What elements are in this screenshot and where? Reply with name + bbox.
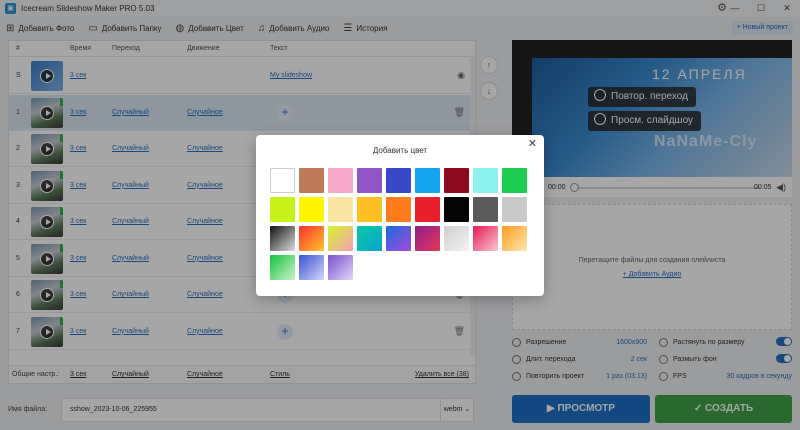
color-swatch[interactable] xyxy=(299,255,324,280)
color-swatch[interactable] xyxy=(328,255,353,280)
color-swatch-grid xyxy=(270,168,532,284)
color-swatch[interactable] xyxy=(270,168,295,193)
color-swatch[interactable] xyxy=(415,197,440,222)
color-swatch[interactable] xyxy=(357,197,382,222)
color-swatch[interactable] xyxy=(270,226,295,251)
color-swatch[interactable] xyxy=(473,168,498,193)
dialog-title: Добавить цвет xyxy=(372,146,428,155)
color-swatch[interactable] xyxy=(415,226,440,251)
color-swatch[interactable] xyxy=(502,197,527,222)
add-color-dialog: Добавить цвет ✕ xyxy=(256,135,544,296)
color-swatch[interactable] xyxy=(444,168,469,193)
color-swatch[interactable] xyxy=(270,197,295,222)
color-swatch[interactable] xyxy=(502,226,527,251)
color-swatch[interactable] xyxy=(444,226,469,251)
color-swatch[interactable] xyxy=(299,168,324,193)
color-swatch[interactable] xyxy=(473,197,498,222)
color-swatch[interactable] xyxy=(502,168,527,193)
color-swatch[interactable] xyxy=(299,197,324,222)
color-swatch[interactable] xyxy=(328,168,353,193)
color-swatch[interactable] xyxy=(473,226,498,251)
color-swatch[interactable] xyxy=(444,197,469,222)
color-swatch[interactable] xyxy=(299,226,324,251)
color-swatch[interactable] xyxy=(386,168,411,193)
color-swatch[interactable] xyxy=(415,168,440,193)
color-swatch[interactable] xyxy=(386,226,411,251)
color-swatch[interactable] xyxy=(357,168,382,193)
color-swatch[interactable] xyxy=(357,226,382,251)
color-swatch[interactable] xyxy=(386,197,411,222)
color-swatch[interactable] xyxy=(328,226,353,251)
color-swatch[interactable] xyxy=(270,255,295,280)
color-swatch[interactable] xyxy=(328,197,353,222)
close-icon[interactable]: ✕ xyxy=(528,137,537,150)
